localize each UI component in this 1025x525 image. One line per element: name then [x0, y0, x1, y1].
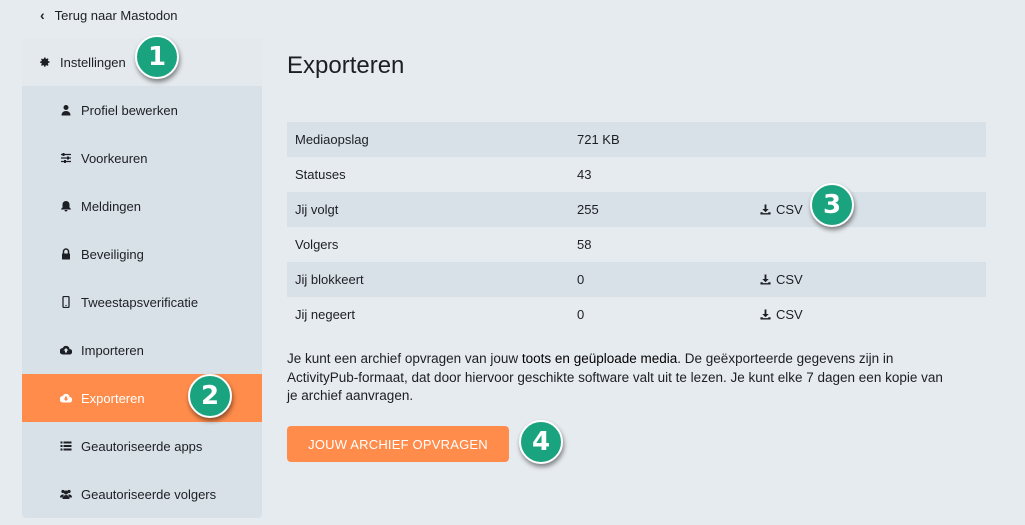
sidebar-item-label: Exporteren [81, 390, 145, 406]
settings-sidebar: Instellingen Profiel bewerken Voorkeuren… [22, 38, 262, 518]
sidebar-item-label: Voorkeuren [81, 150, 148, 166]
row-label: Jij negeert [295, 307, 355, 322]
sidebar-item-tweestapsverificatie[interactable]: Tweestapsverificatie [22, 278, 262, 326]
sidebar-item-meldingen[interactable]: Meldingen [22, 182, 262, 230]
row-label: Jij volgt [295, 202, 339, 217]
row-value: 255 [577, 202, 599, 217]
row-action: CSV [752, 297, 986, 332]
row-action-empty [752, 122, 986, 157]
table-row: Volgers 58 [287, 227, 986, 262]
sliders-icon [60, 152, 72, 164]
download-icon [760, 308, 771, 320]
table-row: Jij negeert 0 CSV [287, 297, 986, 332]
sidebar-item-label: Tweestapsverificatie [81, 294, 199, 310]
row-action: CSV [752, 262, 986, 297]
export-stats-table: Mediaopslag 721 KB Statuses 43 Jij volgt… [287, 122, 986, 332]
row-action-empty [752, 157, 986, 192]
gear-icon [39, 56, 51, 68]
sidebar-item-label: Geautoriseerde apps [81, 438, 203, 454]
row-label: Volgers [295, 237, 339, 252]
table-row: Mediaopslag 721 KB [287, 122, 986, 157]
row-action-empty [752, 227, 986, 262]
row-label: Mediaopslag [295, 132, 369, 147]
sidebar-item-geautoriseerde-volgers[interactable]: Geautoriseerde volgers [22, 470, 262, 518]
sidebar-item-profiel-bewerken[interactable]: Profiel bewerken [22, 86, 262, 134]
row-label: Statuses [295, 167, 346, 182]
cloud-upload-icon [60, 344, 72, 356]
sidebar-item-label: Profiel bewerken [81, 102, 178, 118]
download-icon [760, 203, 771, 215]
mobile-icon [60, 296, 72, 308]
sidebar-item-label: Geautoriseerde volgers [81, 486, 217, 502]
csv-download-mutes[interactable]: CSV [760, 307, 803, 322]
callout-badge-4: 4 [519, 420, 563, 464]
users-icon [60, 488, 72, 500]
list-icon [60, 440, 72, 452]
callout-badge-2: 2 [188, 374, 232, 418]
callout-badge-1: 1 [135, 35, 179, 79]
page-title: Exporteren [287, 52, 405, 79]
row-label: Jij blokkeert [295, 272, 364, 287]
callout-badge-3: 3 [810, 183, 854, 227]
row-action: CSV [752, 192, 986, 227]
row-value: 58 [577, 237, 592, 252]
csv-label: CSV [776, 201, 803, 217]
sidebar-item-beveiliging[interactable]: Beveiliging [22, 230, 262, 278]
csv-label: CSV [776, 306, 803, 322]
csv-download-following[interactable]: CSV [760, 202, 803, 217]
csv-label: CSV [776, 271, 803, 287]
cloud-download-icon [60, 392, 72, 404]
sidebar-item-label: Importeren [81, 342, 144, 358]
csv-download-blocks[interactable]: CSV [760, 272, 803, 287]
row-value: 0 [577, 307, 585, 322]
sidebar-item-importeren[interactable]: Importeren [22, 326, 262, 374]
row-value: 721 KB [577, 132, 620, 147]
sidebar-item-label: Instellingen [60, 54, 126, 70]
table-row: Statuses 43 [287, 157, 986, 192]
chevron-left-icon: ‹ [40, 7, 45, 23]
request-archive-button[interactable]: JOUW ARCHIEF OPVRAGEN [287, 426, 509, 462]
description-part-1: Je kunt een archief opvragen van jouw [287, 351, 522, 366]
back-to-mastodon-link[interactable]: ‹ Terug naar Mastodon [22, 0, 262, 30]
user-icon [60, 104, 72, 116]
back-link-label: Terug naar Mastodon [54, 7, 178, 23]
row-value: 43 [577, 167, 592, 182]
sidebar-item-label: Beveiliging [81, 246, 144, 262]
download-icon [760, 273, 771, 285]
bell-icon [60, 200, 72, 212]
description-strong: toots en geüploade media [521, 351, 678, 366]
lock-icon [60, 248, 72, 260]
sidebar-item-voorkeuren[interactable]: Voorkeuren [22, 134, 262, 182]
sidebar-item-label: Meldingen [81, 198, 141, 214]
sidebar-item-geautoriseerde-apps[interactable]: Geautoriseerde apps [22, 422, 262, 470]
table-row: Jij blokkeert 0 CSV [287, 262, 986, 297]
archive-description: Je kunt een archief opvragen van jouw to… [287, 350, 947, 406]
table-row: Jij volgt 255 CSV [287, 192, 986, 227]
row-value: 0 [577, 272, 585, 287]
